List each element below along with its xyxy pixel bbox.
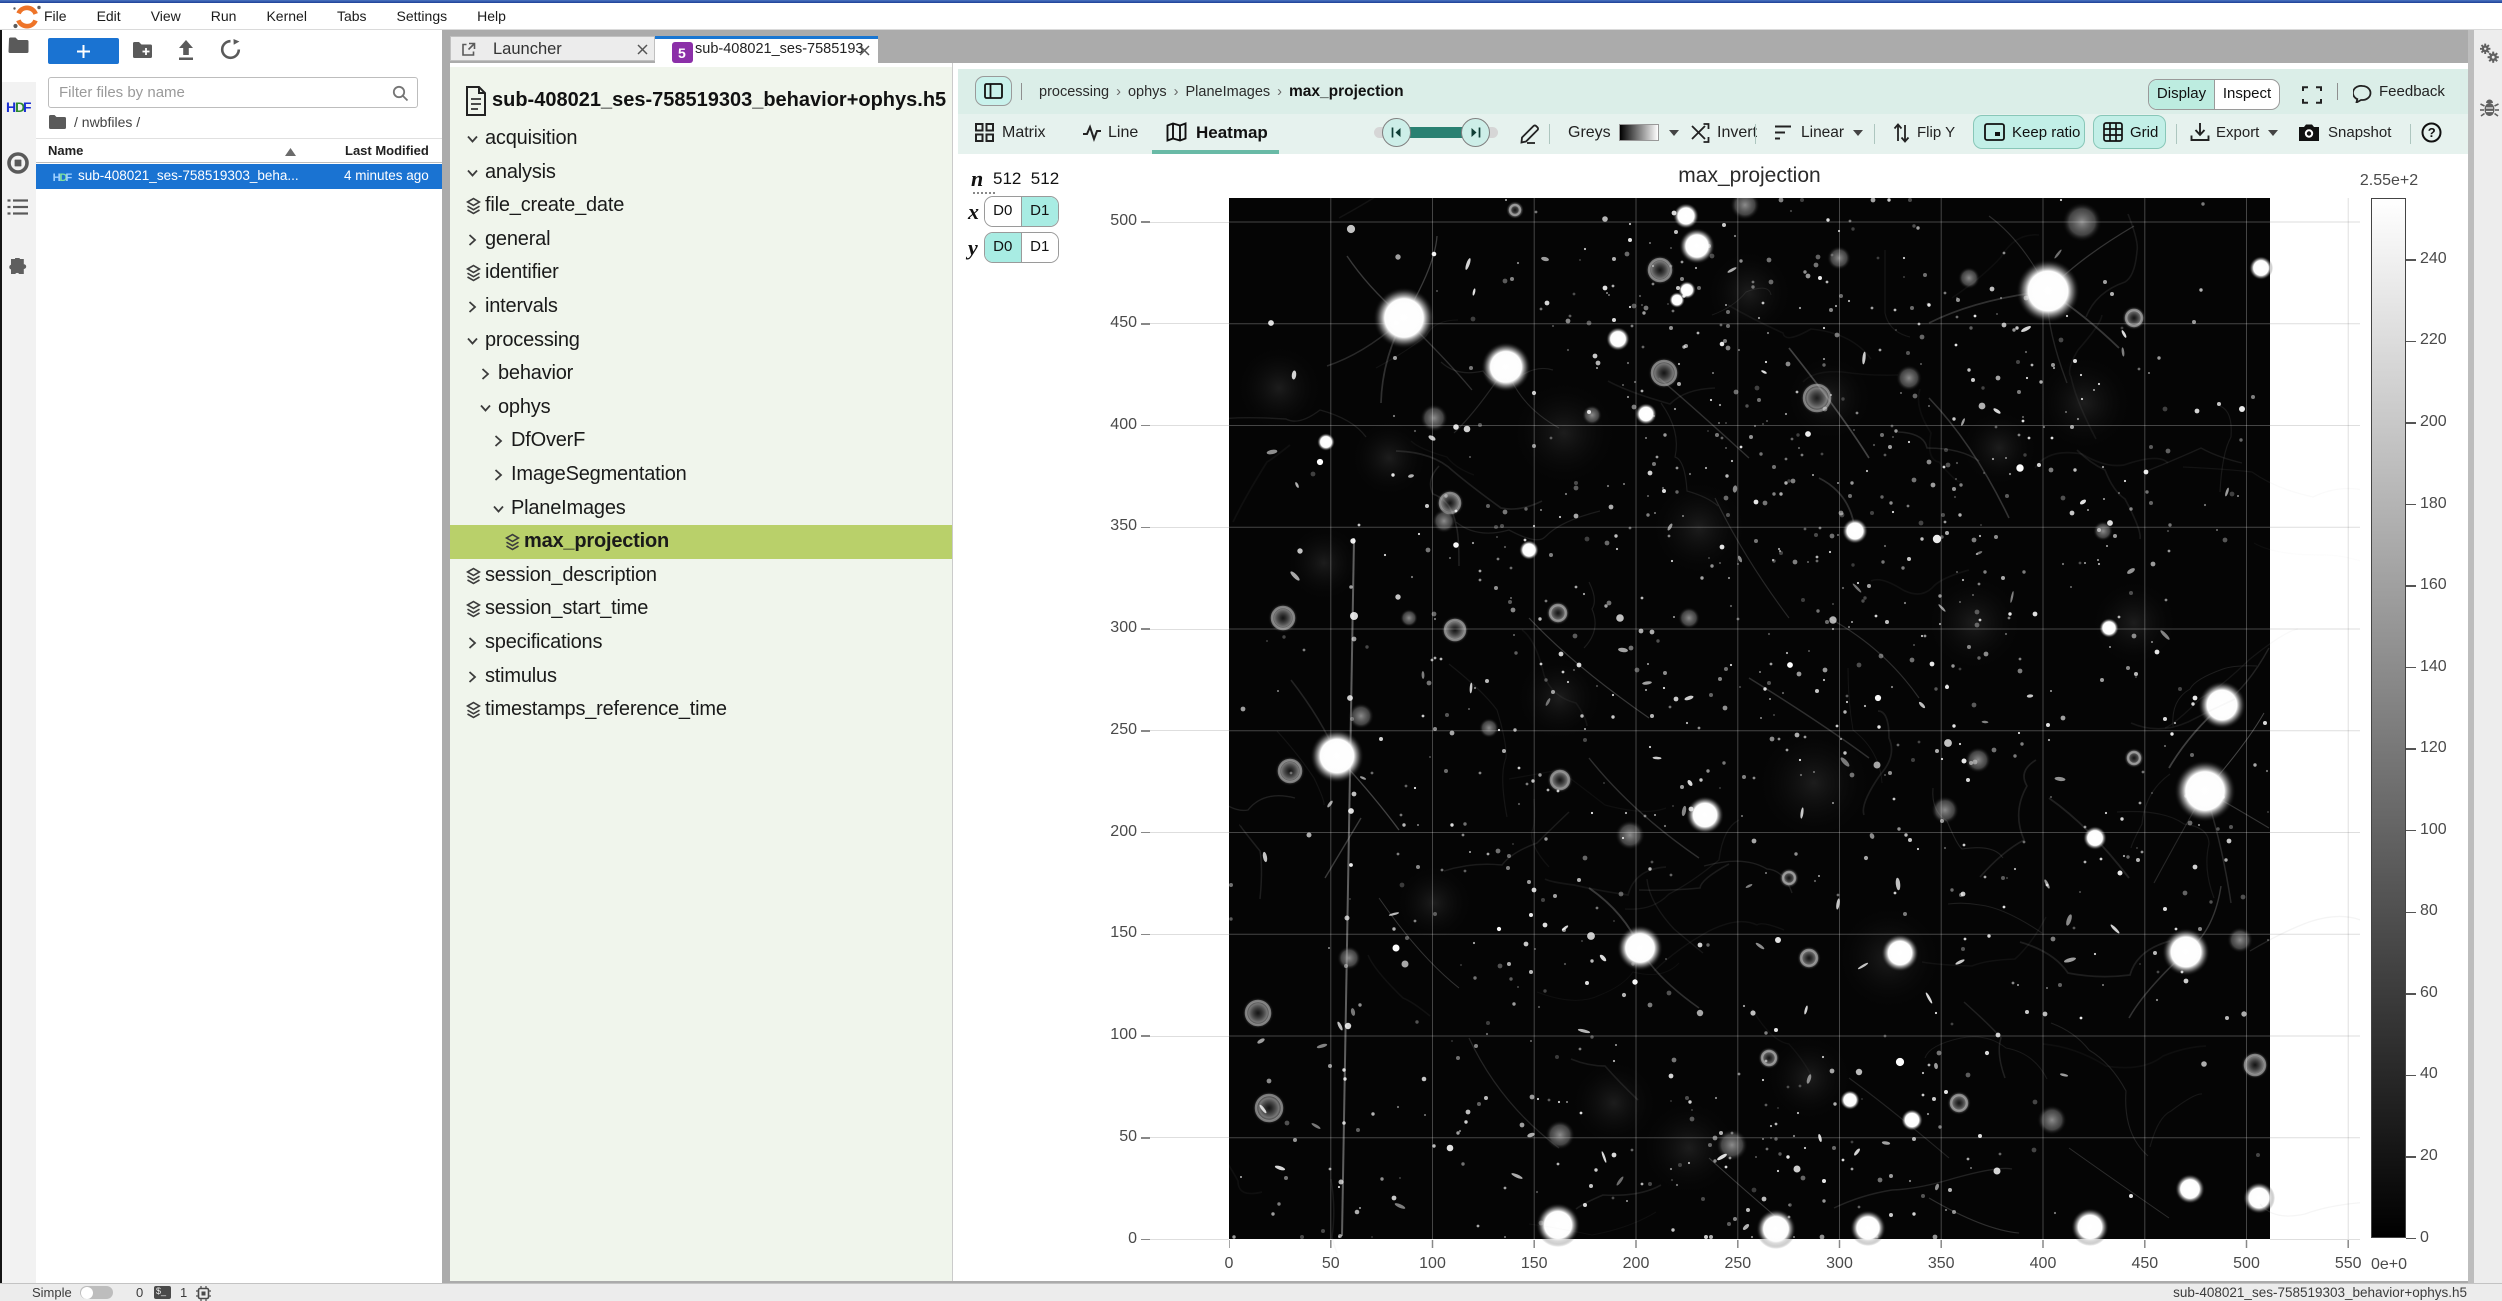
svg-text:?: ?: [2428, 125, 2436, 140]
svg-text:F: F: [23, 99, 31, 115]
svg-text:F: F: [65, 172, 72, 184]
